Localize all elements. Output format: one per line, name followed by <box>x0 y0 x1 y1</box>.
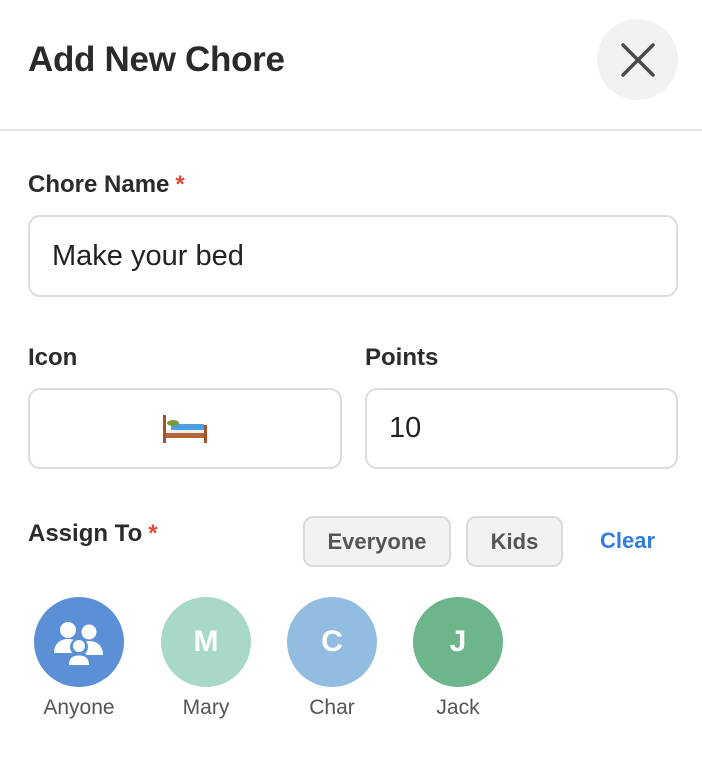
chore-name-label-text: Chore Name <box>28 171 170 198</box>
icon-picker[interactable] <box>28 388 342 469</box>
person-name: Char <box>309 696 355 719</box>
close-x-icon <box>620 42 655 77</box>
avatar: J <box>413 597 503 687</box>
assignee-char[interactable]: C Char <box>287 597 377 720</box>
assignee-mary[interactable]: M Mary <box>161 597 251 720</box>
avatar: C <box>287 597 377 687</box>
close-button[interactable] <box>597 19 678 100</box>
points-input[interactable] <box>365 388 678 469</box>
everyone-button[interactable]: Everyone <box>303 516 451 567</box>
person-name: Mary <box>182 696 230 719</box>
avatar <box>34 597 124 687</box>
group-icon <box>54 622 103 665</box>
assignee-jack[interactable]: J Jack <box>413 597 503 720</box>
points-label: Points <box>365 344 439 371</box>
bed-icon <box>163 414 207 443</box>
required-marker: * <box>148 520 158 547</box>
modal-title: Add New Chore <box>28 40 285 79</box>
clear-link[interactable]: Clear <box>600 528 655 554</box>
assignee-anyone[interactable]: Anyone <box>34 597 124 720</box>
person-name: Jack <box>436 696 480 719</box>
assign-to-label: Assign To * <box>28 520 158 548</box>
chore-name-label: Chore Name * <box>28 171 185 199</box>
required-marker: * <box>175 171 185 198</box>
person-name: Anyone <box>43 696 115 719</box>
chore-name-input[interactable] <box>28 215 678 297</box>
icon-label: Icon <box>28 344 78 371</box>
assign-to-label-text: Assign To <box>28 520 143 547</box>
kids-button[interactable]: Kids <box>466 516 563 567</box>
avatar: M <box>161 597 251 687</box>
modal-header: Add New Chore <box>0 0 702 131</box>
